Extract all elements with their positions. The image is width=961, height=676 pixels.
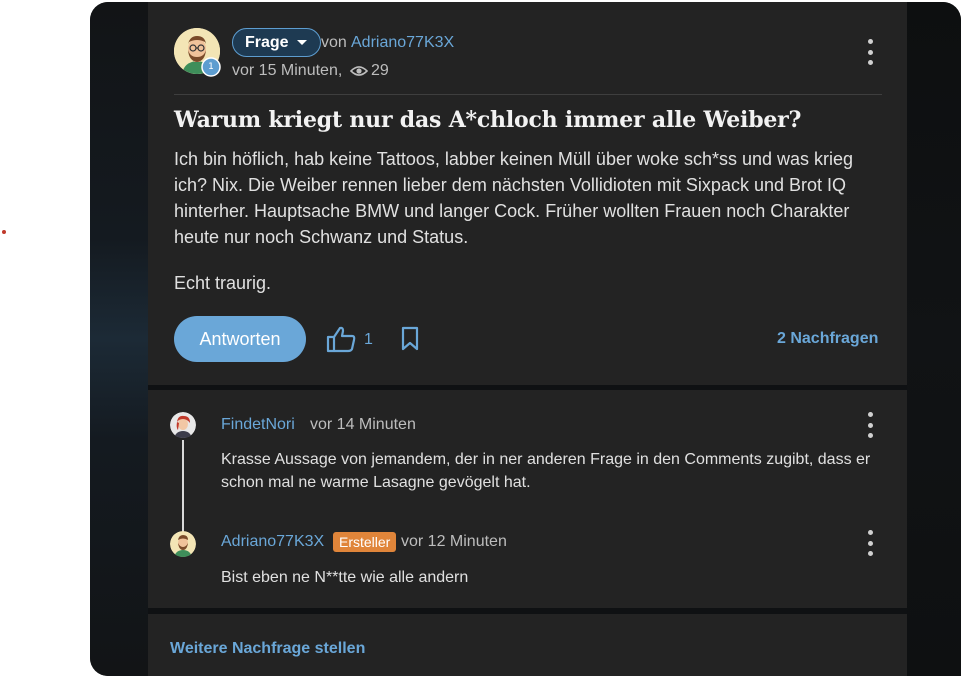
comment-text: Krasse Aussage von jemandem, der in ner … [221,451,871,491]
level-badge-icon: 1 [201,57,221,77]
question-more-icon[interactable] [865,39,875,65]
view-count: 29 [371,62,389,79]
stray-dot [2,230,6,234]
commenter-avatar[interactable] [170,531,196,557]
ask-follow-up-link[interactable]: Weitere Nachfrage stellen [170,640,365,658]
follow-ups-link[interactable]: 2 Nachfragen [777,330,878,348]
level-number: 1 [208,62,214,72]
question-type-dropdown[interactable]: Frage [232,28,321,57]
comment-user-link[interactable]: Adriano77K3X [221,533,324,551]
question-author-link[interactable]: Adriano77K3X [351,34,454,52]
by-prefix: von [321,34,347,51]
question-title: Warum kriegt nur das A*chloch immer alle… [174,107,802,133]
question-time: vor 15 Minuten, [232,62,343,79]
comment-more-icon[interactable] [865,412,875,438]
comment-text: Bist eben ne N**tte wie alle andern [221,569,469,586]
question-body-closing: Echt traurig. [174,273,272,293]
comment-time: vor 14 Minuten [310,416,416,433]
thumbs-up-icon[interactable] [326,325,356,353]
chevron-down-icon [296,40,307,45]
question-type-label: Frage [245,33,289,51]
bookmark-icon[interactable] [401,326,419,351]
like-count: 1 [364,331,373,348]
eye-icon [350,66,368,76]
comment-time: vor 12 Minuten [401,533,507,550]
answer-button[interactable]: Antworten [174,316,306,362]
comment-user-link[interactable]: FindetNori [221,416,295,434]
author-badge: Ersteller [333,532,397,552]
question-body: Ich bin höflich, hab keine Tattoos, labb… [174,149,854,247]
thread-line [182,440,184,532]
commenter-avatar[interactable] [170,412,196,438]
header-divider [174,94,882,95]
comment-more-icon[interactable] [865,530,875,556]
